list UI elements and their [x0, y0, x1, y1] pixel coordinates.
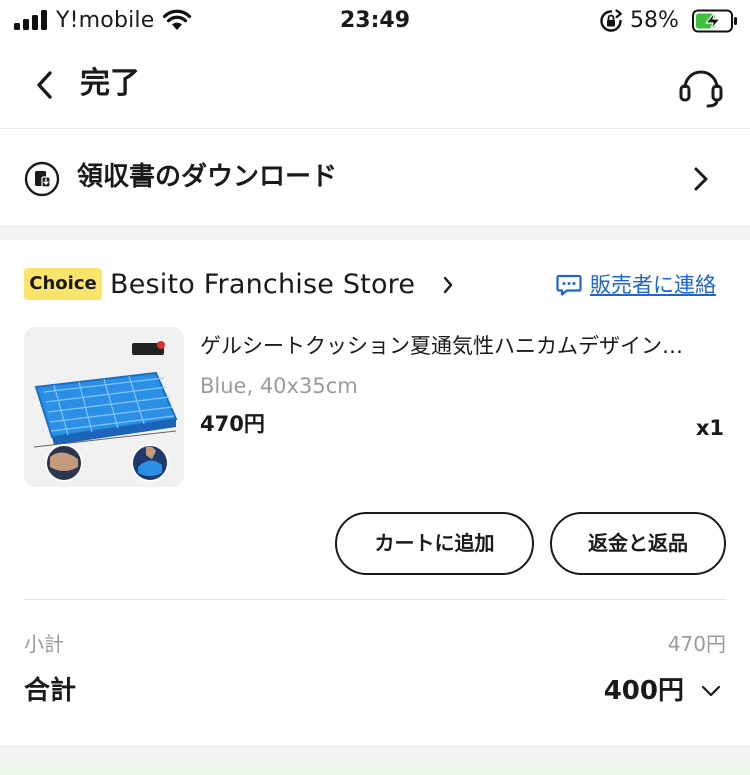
product-price: 470円: [200, 412, 265, 436]
status-bar: Y!mobile 23:49 58%: [0, 0, 750, 44]
receipt-download-icon: [24, 161, 60, 197]
next-section-edge: [0, 760, 750, 775]
chevron-right-icon[interactable]: [441, 275, 455, 295]
navigation-header: 完了: [0, 54, 750, 120]
gel-seat-cushion-image[interactable]: [24, 327, 184, 487]
section-separator: [0, 745, 750, 760]
total-label: 合計: [24, 676, 77, 706]
chat-bubble-icon: [556, 274, 582, 296]
battery-charging-icon: [692, 9, 737, 33]
contact-seller-link[interactable]: 販売者に連絡: [556, 268, 716, 302]
receipt-download-row[interactable]: 領収書のダウンロード: [0, 129, 750, 225]
store-name[interactable]: Besito Franchise Store: [110, 266, 415, 304]
product-variant: Blue, 40x35cm: [200, 374, 358, 398]
contact-seller-label: 販売者に連絡: [590, 273, 716, 297]
choice-badge: Choice: [24, 268, 102, 300]
add-to-cart-button[interactable]: カートに追加: [335, 512, 534, 575]
product-quantity: x1: [695, 416, 724, 440]
subtotal-label: 小計: [24, 632, 64, 656]
product-title[interactable]: ゲルシートクッション夏通気性ハニカムデザイン…: [200, 330, 725, 362]
headset-icon[interactable]: [676, 62, 726, 112]
battery-percent: 58%: [630, 8, 679, 33]
refund-return-button[interactable]: 返金と返品: [550, 512, 726, 575]
chevron-right-icon: [694, 167, 708, 191]
total-value[interactable]: 400円: [604, 673, 684, 709]
store-header: Choice Besito Franchise Store 販売者に連絡: [0, 262, 750, 308]
product-illustration: [24, 327, 184, 487]
section-separator: [0, 225, 750, 240]
receipt-download-label: 領収書のダウンロード: [77, 162, 338, 192]
subtotal-value: 470円: [667, 632, 726, 656]
page-title: 完了: [80, 66, 140, 101]
chevron-down-icon[interactable]: [700, 682, 722, 700]
chevron-left-icon[interactable]: [30, 68, 60, 102]
orientation-lock-icon: [600, 9, 622, 32]
summary-divider: [24, 599, 726, 600]
